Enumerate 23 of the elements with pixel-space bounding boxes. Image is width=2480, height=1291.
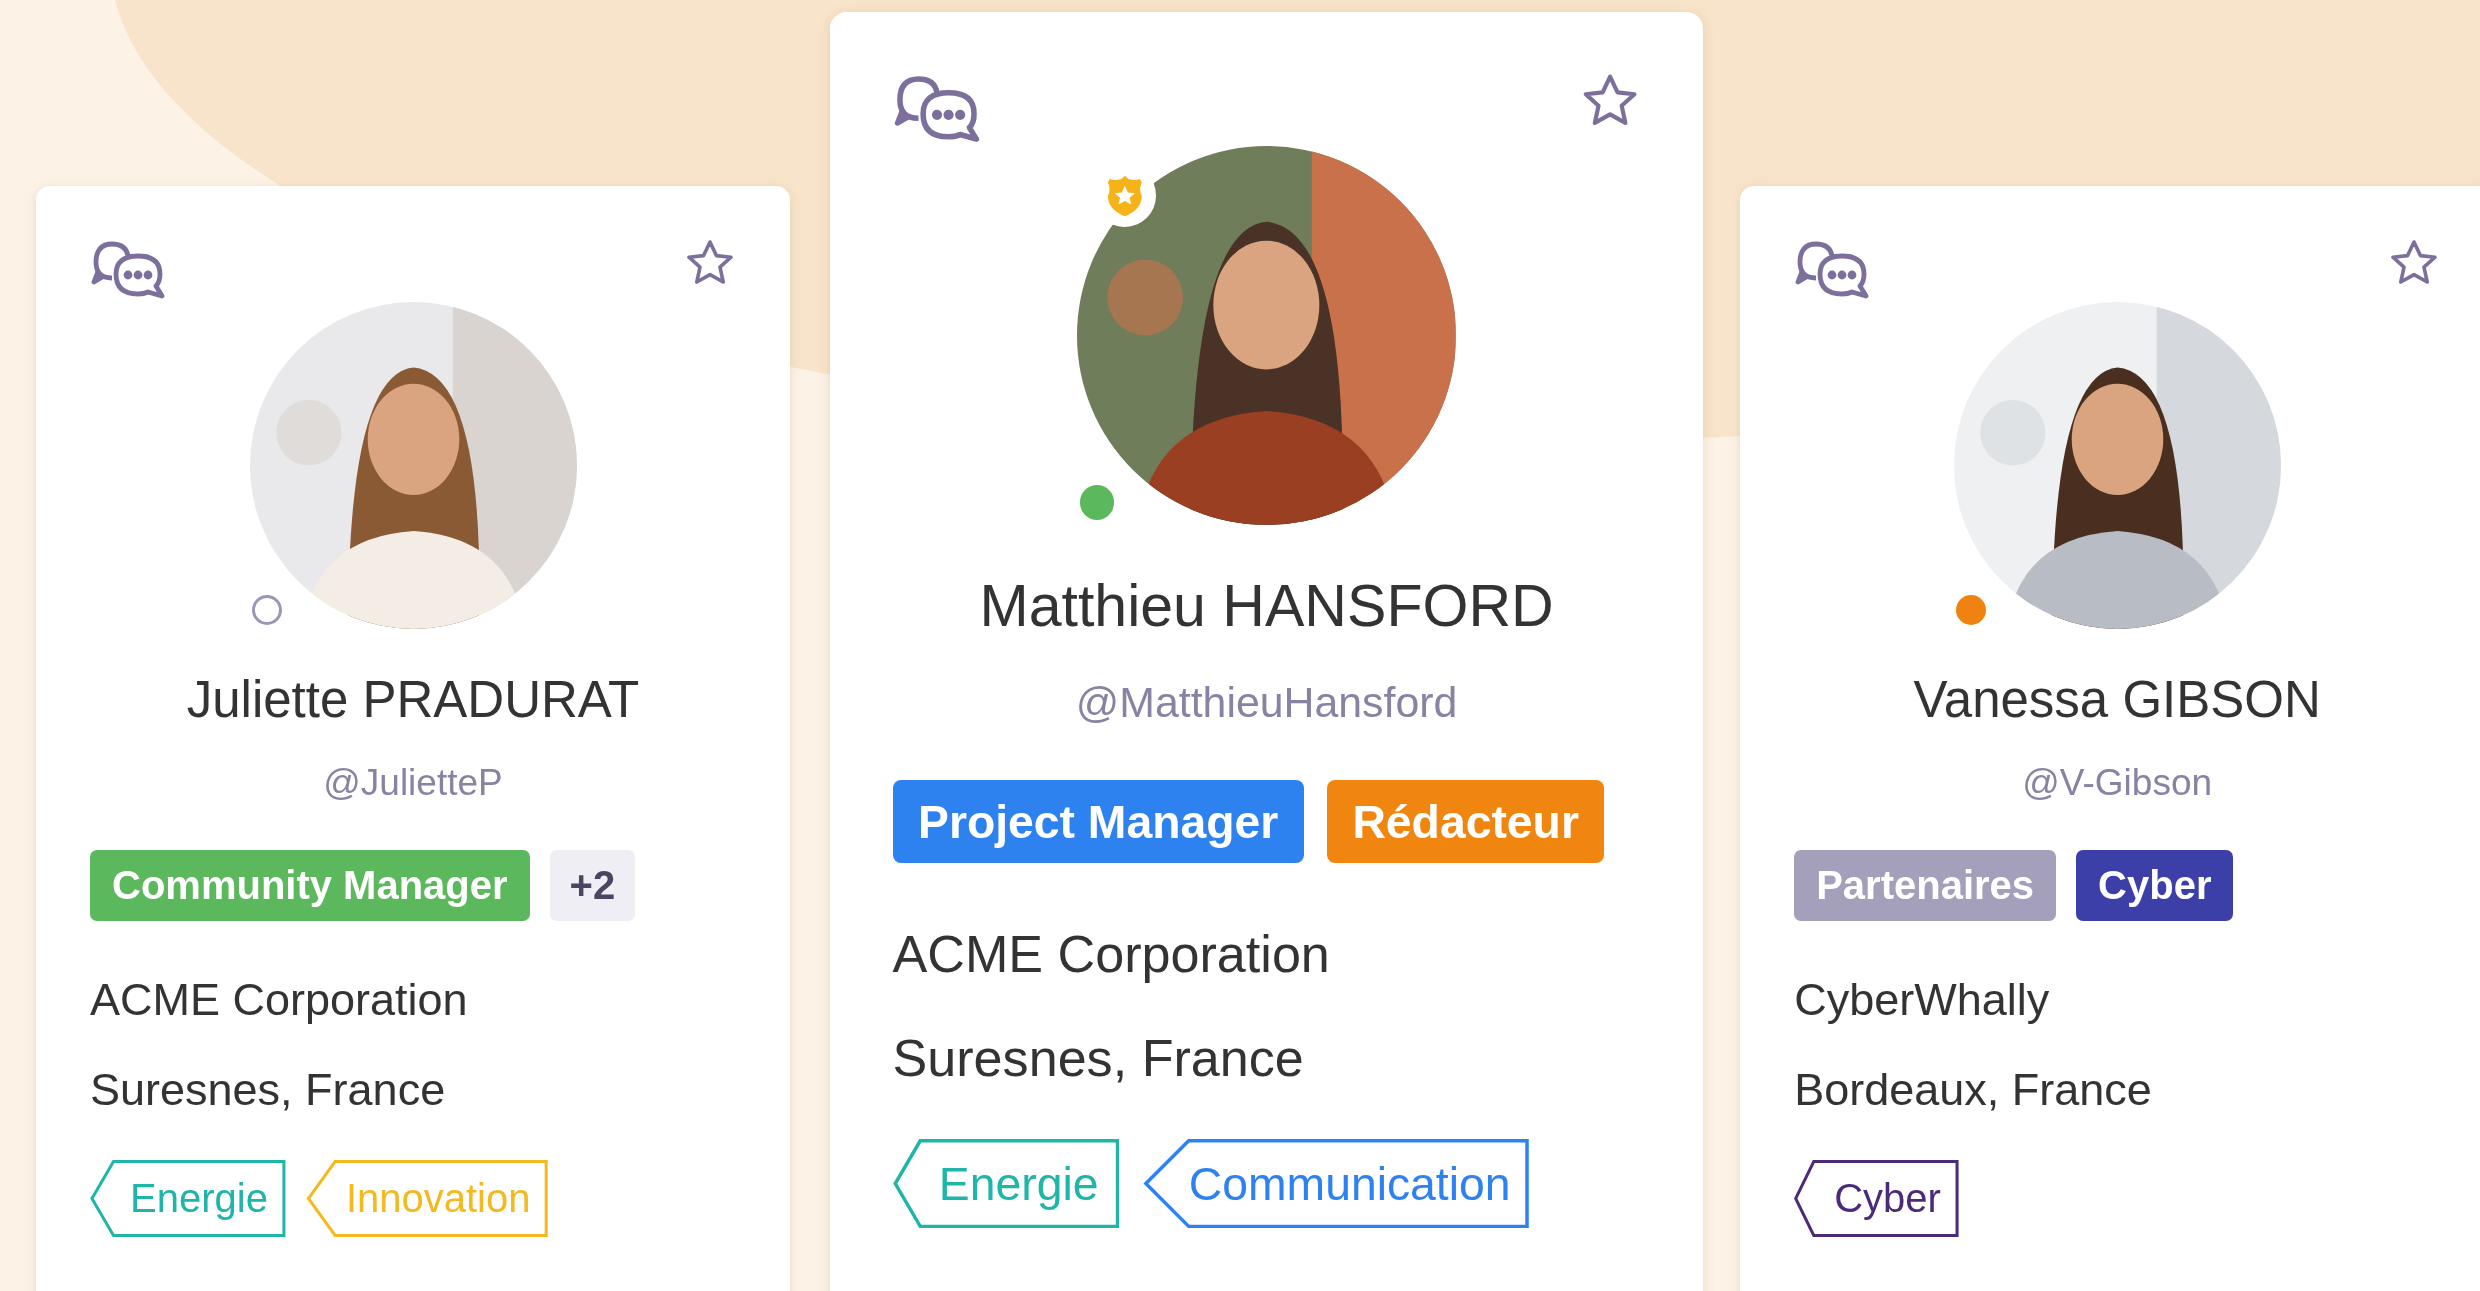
role-tag[interactable]: Community Manager	[90, 850, 530, 921]
role-tag[interactable]: Cyber	[2076, 850, 2234, 921]
topic-tag[interactable]: Communication	[1142, 1139, 1532, 1229]
person-name: Vanessa GIBSON	[1912, 670, 2322, 730]
role-tag[interactable]: Partenaires	[1794, 850, 2057, 921]
user-handle: @JulietteP	[322, 761, 504, 805]
person-name: Juliette PRADURAT	[185, 670, 641, 730]
topic-tag[interactable]: Energie	[90, 1160, 286, 1237]
company-name: CyberWhally	[1794, 973, 2051, 1027]
role-tag[interactable]: Rédacteur	[1326, 780, 1605, 863]
user-handle: @MatthieuHansford	[1074, 677, 1459, 729]
topic-tag[interactable]: Cyber	[1794, 1160, 1959, 1237]
more-count[interactable]: +2	[549, 850, 636, 921]
location-text: Suresnes, France	[892, 1027, 1305, 1089]
topic-tag[interactable]: Energie	[892, 1139, 1120, 1229]
company-name: ACME Corporation	[892, 923, 1331, 985]
location-text: Bordeaux, France	[1794, 1063, 2153, 1117]
user-handle: @V-Gibson	[2021, 761, 2214, 805]
company-name: ACME Corporation	[90, 973, 469, 1027]
topic-tag[interactable]: Innovation	[305, 1160, 549, 1237]
person-name: Matthieu HANSFORD	[978, 571, 1555, 641]
location-text: Suresnes, France	[90, 1063, 447, 1117]
role-tag[interactable]: Project Manager	[892, 780, 1304, 863]
